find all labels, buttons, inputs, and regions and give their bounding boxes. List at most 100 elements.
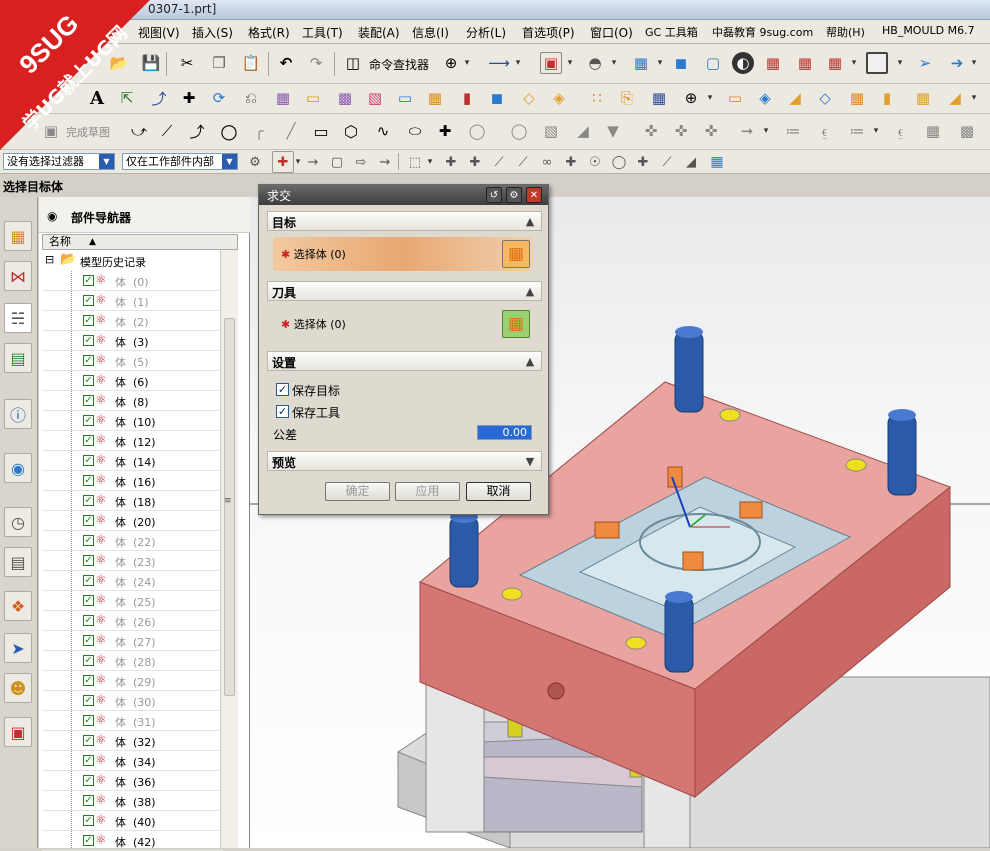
snap-on-curve-icon[interactable]: ⟋ — [656, 151, 678, 173]
render-style-icon[interactable]: ◐ — [732, 52, 754, 74]
revolve-icon[interactable]: ⎌ — [240, 87, 262, 109]
tree-node-body[interactable]: ✓ ⚛ 体 (0) — [42, 271, 223, 291]
ellipse-icon[interactable]: ⬭ — [404, 120, 426, 142]
roles-icon[interactable]: ☻ — [4, 673, 32, 703]
tree-node-body[interactable]: ✓ ⚛ 体 (38) — [42, 791, 223, 811]
menu-item[interactable]: 信息(I) — [412, 24, 449, 41]
visibility-checkbox[interactable]: ✓ — [83, 775, 94, 786]
split-icon[interactable]: ▦ — [648, 87, 670, 109]
keep-target-checkbox[interactable]: ✓ — [276, 383, 289, 396]
auto-constraint-icon[interactable]: ≔ — [846, 120, 868, 142]
scrollbar-thumb[interactable] — [224, 318, 235, 696]
tree-node-body[interactable]: ✓ ⚛ 体 (28) — [42, 651, 223, 671]
select-body-icon[interactable]: ▦ — [502, 310, 530, 338]
shaded-view-icon[interactable]: ◼ — [670, 52, 692, 74]
system-materials-icon[interactable]: ▤ — [4, 547, 32, 577]
snap-intersection-icon[interactable]: ⟋ — [512, 151, 534, 173]
process-studio-icon[interactable]: ➤ — [4, 633, 32, 663]
shaded-cube-icon[interactable]: ▦ — [630, 52, 652, 74]
fit-view-icon[interactable]: ▣ — [540, 52, 562, 74]
command-finder-button[interactable]: 命令查找器 — [369, 56, 429, 73]
shell-icon[interactable]: ▮ — [456, 87, 478, 109]
lasso-icon[interactable]: ⇝ — [374, 151, 396, 173]
background-color-icon[interactable] — [866, 52, 888, 74]
target-select-row[interactable]: ✱ 选择体 (0) ▦ — [273, 237, 533, 271]
chevron-down-icon[interactable]: ▾ — [610, 52, 618, 74]
sew-icon[interactable]: ▭ — [724, 87, 746, 109]
visibility-checkbox[interactable]: ✓ — [83, 795, 94, 806]
curve-rule-icon[interactable]: → — [302, 151, 324, 173]
offset-curve-icon[interactable]: ◯ — [466, 120, 488, 142]
block-icon[interactable]: ▦ — [424, 87, 446, 109]
dimension-icon[interactable]: ≔ — [782, 120, 804, 142]
menu-item[interactable]: 窗口(O) — [590, 24, 633, 41]
dialog-title-bar[interactable]: 求交 ↺ ⚙ ✕ — [259, 185, 548, 205]
copy-icon[interactable]: ❐ — [208, 52, 230, 74]
chevron-down-icon[interactable]: ▾ — [850, 52, 858, 74]
tree-node-body[interactable]: ✓ ⚛ 体 (6) — [42, 371, 223, 391]
chevron-down-icon[interactable]: ▾ — [970, 87, 978, 109]
tree-node-body[interactable]: ✓ ⚛ 体 (34) — [42, 751, 223, 771]
thicken-icon[interactable]: ◈ — [754, 87, 776, 109]
sketch-line-icon[interactable]: ⟋ — [156, 120, 178, 142]
pin-icon[interactable]: ◉ — [47, 209, 57, 223]
chevron-down-icon[interactable]: ▾ — [656, 52, 664, 74]
type-filter-select[interactable]: 没有选择过滤器 ▼ — [3, 153, 115, 170]
menu-item[interactable]: 首选项(P) — [522, 24, 575, 41]
history-icon[interactable]: ◷ — [4, 507, 32, 537]
visibility-checkbox[interactable]: ✓ — [83, 335, 94, 346]
cut-icon[interactable]: ✂ — [176, 52, 198, 74]
chevron-down-icon[interactable]: ▾ — [896, 52, 904, 74]
visibility-checkbox[interactable]: ✓ — [83, 415, 94, 426]
quick-trim-icon[interactable]: ✜ — [640, 120, 662, 142]
target-section-header[interactable]: 目标 ▲ — [267, 211, 542, 231]
apply-button[interactable]: 应用 — [395, 482, 460, 501]
collapse-icon[interactable]: ⊟ — [45, 253, 54, 266]
visibility-checkbox[interactable]: ✓ — [83, 735, 94, 746]
snap-midpoint-icon[interactable]: ✚ — [464, 151, 486, 173]
trim-body-icon[interactable]: ⎘ — [616, 87, 638, 109]
snap-view-icon[interactable]: ⊕ — [440, 52, 462, 74]
move-icon[interactable]: ➔ — [946, 52, 968, 74]
visibility-checkbox[interactable]: ✓ — [83, 355, 94, 366]
snap-center-icon[interactable]: ☉ — [584, 151, 606, 173]
assembly-navigator-icon[interactable]: ▦ — [4, 221, 32, 251]
snap-existing-icon[interactable]: ✚ — [632, 151, 654, 173]
visibility-checkbox[interactable]: ✓ — [83, 375, 94, 386]
paste-icon[interactable]: 📋 — [240, 52, 262, 74]
rect-select-icon[interactable]: ⬚ — [404, 151, 426, 173]
tree-node-body[interactable]: ✓ ⚛ 体 (27) — [42, 631, 223, 651]
visibility-checkbox[interactable]: ✓ — [83, 835, 94, 846]
snap-control-icon[interactable]: ⟋ — [488, 151, 510, 173]
show-constraints-icon[interactable]: ⍷ — [890, 120, 912, 142]
tree-node-body[interactable]: ✓ ⚛ 体 (25) — [42, 591, 223, 611]
polygon-icon[interactable]: ⬡ — [340, 120, 362, 142]
tree-node-body[interactable]: ✓ ⚛ 体 (40) — [42, 811, 223, 831]
quick-extend-icon[interactable]: ✜ — [670, 120, 692, 142]
visibility-checkbox[interactable]: ✓ — [83, 515, 94, 526]
surface-icon[interactable]: ▩ — [334, 87, 356, 109]
preview-section-header[interactable]: 预览 ▼ — [267, 451, 542, 471]
tree-node-body[interactable]: ✓ ⚛ 体 (22) — [42, 531, 223, 551]
tree-node-body[interactable]: ✓ ⚛ 体 (26) — [42, 611, 223, 631]
chevron-down-icon[interactable]: ▾ — [294, 151, 302, 173]
keep-tool-checkbox[interactable]: ✓ — [276, 405, 289, 418]
tree-node-body[interactable]: ✓ ⚛ 体 (23) — [42, 551, 223, 571]
tree-node-body[interactable]: ✓ ⚛ 体 (29) — [42, 671, 223, 691]
visibility-checkbox[interactable]: ✓ — [83, 295, 94, 306]
binoculars-icon[interactable]: ◫ — [342, 52, 364, 74]
pick-icon[interactable]: ⇨ — [350, 151, 372, 173]
section-cube-icon[interactable]: ▦ — [824, 52, 846, 74]
menu-item[interactable]: 插入(S) — [192, 24, 233, 41]
tolerance-input[interactable]: 0.00 — [477, 425, 532, 440]
reuse-library-icon[interactable]: ▤ — [4, 343, 32, 373]
chamfer-icon[interactable]: ╱ — [280, 120, 302, 142]
mirror-curve-icon[interactable]: ▧ — [540, 120, 562, 142]
visibility-checkbox[interactable]: ✓ — [83, 535, 94, 546]
selection-icon[interactable]: ⟶ — [488, 52, 510, 74]
extrude-icon[interactable]: ⟳ — [208, 87, 230, 109]
visibility-checkbox[interactable]: ✓ — [83, 675, 94, 686]
menu-item[interactable]: 工具(T) — [302, 24, 343, 41]
visibility-checkbox[interactable]: ✓ — [83, 635, 94, 646]
tree-root-row[interactable]: ⊟ 📂 模型历史记录 ▲ — [42, 251, 234, 271]
